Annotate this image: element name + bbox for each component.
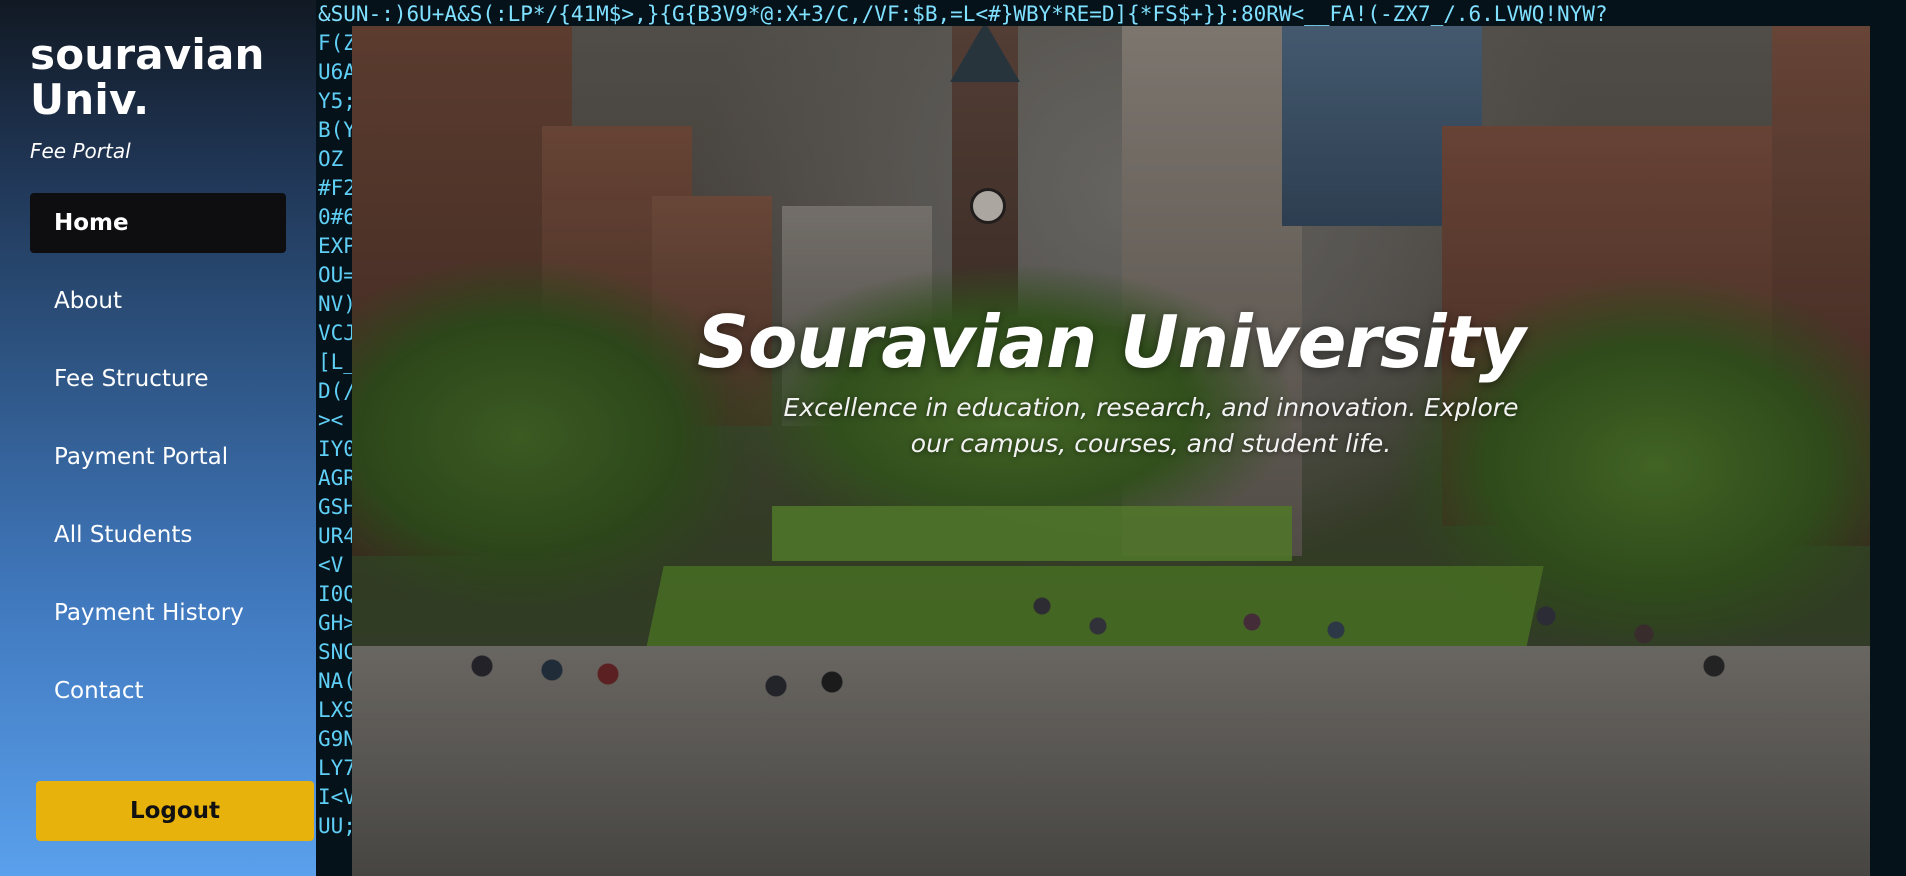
matrix-glyph-row: UU;	[318, 814, 356, 838]
matrix-top-row: &SUN-:)6U+A&S(:LP*/{41M$>,}{G{B3V9*@:X+3…	[318, 2, 1608, 26]
nav-item-contact[interactable]: Contact	[30, 661, 286, 721]
nav-item-about[interactable]: About	[30, 271, 286, 331]
matrix-glyph-row: OU=	[318, 263, 356, 287]
matrix-glyph-row: D(/	[318, 379, 356, 403]
matrix-glyph-row: OZ	[318, 147, 344, 171]
matrix-glyph-row: GH>	[318, 611, 356, 635]
matrix-glyph-row: ><	[318, 408, 344, 432]
matrix-glyph-row: <V	[318, 553, 344, 577]
matrix-glyph-row: U6A	[318, 60, 356, 84]
nav-item-fee-structure[interactable]: Fee Structure	[30, 349, 286, 409]
matrix-glyph-row: I0Q	[318, 582, 356, 606]
nav-item-payment-portal[interactable]: Payment Portal	[30, 427, 286, 487]
matrix-glyph-row: EXP	[318, 234, 356, 258]
nav-item-payment-history[interactable]: Payment History	[30, 583, 286, 643]
matrix-glyph-row: UR4	[318, 524, 356, 548]
matrix-glyph-row: Y5;	[318, 89, 356, 113]
matrix-glyph-row: I<V	[318, 785, 356, 809]
hero-title: Souravian University	[697, 300, 1526, 384]
matrix-glyph-row: LY7	[318, 756, 356, 780]
logout-button[interactable]: Logout	[36, 781, 314, 841]
matrix-glyph-row: NA(	[318, 669, 356, 693]
sidebar-nav: Home About Fee Structure Payment Portal …	[30, 192, 286, 739]
sidebar: souravian Univ. Fee Portal Home About Fe…	[0, 0, 316, 876]
matrix-glyph-row: NV)	[318, 292, 356, 316]
matrix-glyph-row: 0#6	[318, 205, 356, 229]
matrix-glyph-row: GSH	[318, 495, 356, 519]
matrix-glyph-row: AGR	[318, 466, 356, 490]
matrix-glyph-row: SNC	[318, 640, 356, 664]
nav-item-home[interactable]: Home	[30, 192, 286, 253]
nav-item-all-students[interactable]: All Students	[30, 505, 286, 565]
matrix-glyph-row: B(Y	[318, 118, 356, 142]
matrix-glyph-row: #F2	[318, 176, 356, 200]
matrix-glyph-row: G9N	[318, 727, 356, 751]
matrix-glyph-row: F(Z	[318, 31, 356, 55]
hero-section: Souravian University Excellence in educa…	[352, 26, 1870, 876]
matrix-glyph-row: LX9	[318, 698, 356, 722]
brand-title: souravian Univ.	[30, 30, 265, 125]
matrix-glyph-row: IY0	[318, 437, 356, 461]
app-root: souravian Univ. Fee Portal Home About Fe…	[0, 0, 1906, 876]
matrix-glyph-row: VCJ	[318, 321, 356, 345]
brand-tagline: Fee Portal	[30, 138, 131, 163]
hero-subtitle: Excellence in education, research, and i…	[783, 393, 1519, 458]
matrix-left-column: F(Z U6A Y5; B(Y OZ #F2 0#6 EXP OU= NV) VCJ [L_ D(/ ><…	[318, 29, 356, 841]
matrix-glyph-row: [L_	[318, 350, 356, 374]
main-content: &SUN-:)6U+A&S(:LP*/{41M$>,}{G{B3V9*@:X+3…	[316, 0, 1906, 876]
